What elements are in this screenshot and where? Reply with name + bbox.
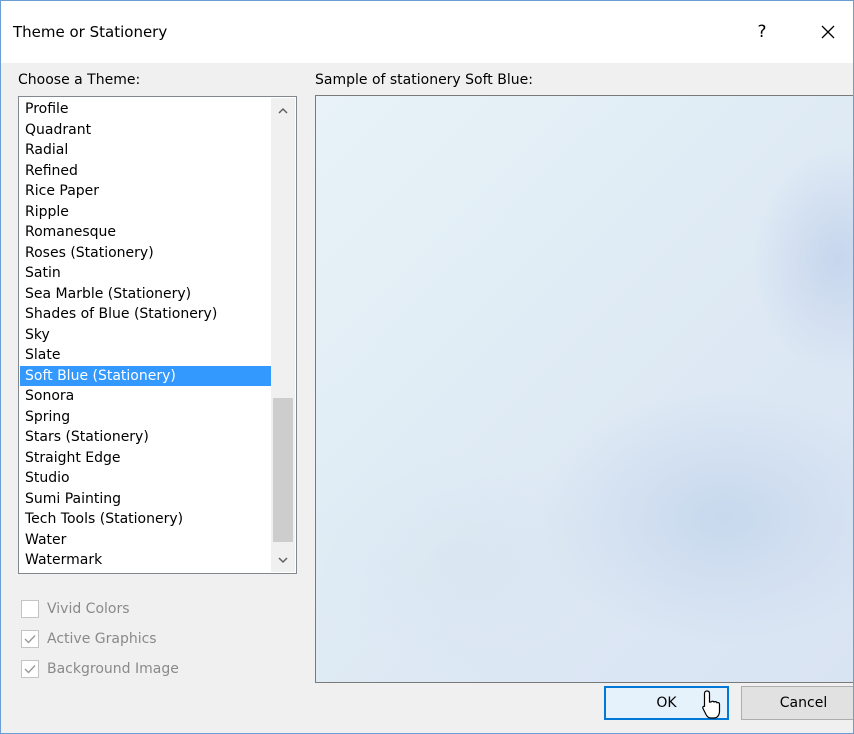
cancel-button[interactable]: Cancel: [741, 686, 853, 720]
chevron-up-icon: [278, 107, 288, 114]
vivid-colors-option[interactable]: Vivid Colors: [21, 598, 130, 620]
theme-list-item[interactable]: Roses (Stationery): [20, 243, 273, 264]
theme-list-item[interactable]: Studio: [20, 468, 273, 489]
theme-list-item[interactable]: Shades of Blue (Stationery): [20, 304, 273, 325]
background-image-checkbox[interactable]: [21, 660, 39, 678]
stationery-preview: [315, 95, 853, 683]
chevron-down-icon: [278, 556, 288, 563]
theme-list-item[interactable]: Profile: [20, 99, 273, 120]
scroll-thumb[interactable]: [273, 398, 293, 542]
vivid-colors-checkbox[interactable]: [21, 600, 39, 618]
theme-list-item[interactable]: Ripple: [20, 202, 273, 223]
help-button[interactable]: ?: [741, 11, 783, 53]
scroll-down-button[interactable]: [271, 548, 295, 572]
theme-list-item[interactable]: Water: [20, 530, 273, 551]
checkmark-icon: [24, 635, 36, 644]
vivid-colors-label: Vivid Colors: [47, 601, 130, 617]
theme-list-item[interactable]: Radial: [20, 140, 273, 161]
theme-list-item[interactable]: Sea Marble (Stationery): [20, 284, 273, 305]
theme-list-item[interactable]: Watermark: [20, 550, 273, 571]
close-button[interactable]: [807, 11, 849, 53]
theme-list-item[interactable]: Quadrant: [20, 120, 273, 141]
theme-list-item[interactable]: Soft Blue (Stationery): [20, 365, 273, 386]
theme-list-item[interactable]: Sonora: [20, 386, 273, 407]
theme-dialog: Theme or Stationery ? Choose a Theme: Sa…: [0, 0, 854, 734]
checkmark-icon: [24, 665, 36, 674]
dialog-title: Theme or Stationery: [13, 23, 168, 41]
mouse-cursor-icon: [702, 690, 721, 719]
active-graphics-option[interactable]: Active Graphics: [21, 628, 157, 650]
theme-list-label: Choose a Theme:: [18, 72, 141, 88]
theme-list-item[interactable]: Stars (Stationery): [20, 427, 273, 448]
theme-list-item[interactable]: Spring: [20, 407, 273, 428]
close-icon: [821, 25, 835, 39]
theme-list-items: Profile Quadrant Radial Refined Rice Paper Ri…: [20, 99, 273, 571]
theme-list-item[interactable]: Satin: [20, 263, 273, 284]
theme-list[interactable]: Profile Quadrant Radial Refined Rice Paper Ri…: [18, 96, 297, 574]
sample-label: Sample of stationery Soft Blue:: [315, 72, 533, 88]
theme-list-item[interactable]: Refined: [20, 161, 273, 182]
theme-list-item[interactable]: Sumi Painting: [20, 489, 273, 510]
theme-list-item[interactable]: Tech Tools (Stationery): [20, 509, 273, 530]
theme-list-item[interactable]: Rice Paper: [20, 181, 273, 202]
background-image-label: Background Image: [47, 661, 179, 677]
title-bar: Theme or Stationery ?: [1, 1, 853, 63]
theme-list-item[interactable]: Straight Edge: [20, 448, 273, 469]
theme-list-item[interactable]: Sky: [20, 325, 273, 346]
list-scrollbar[interactable]: [271, 98, 295, 572]
active-graphics-checkbox[interactable]: [21, 630, 39, 648]
theme-list-item[interactable]: Romanesque: [20, 222, 273, 243]
active-graphics-label: Active Graphics: [47, 631, 157, 647]
background-image-option[interactable]: Background Image: [21, 658, 179, 680]
dialog-content: Choose a Theme: Sample of stationery Sof…: [1, 63, 853, 733]
theme-list-item[interactable]: Slate: [20, 345, 273, 366]
scroll-up-button[interactable]: [271, 98, 295, 122]
